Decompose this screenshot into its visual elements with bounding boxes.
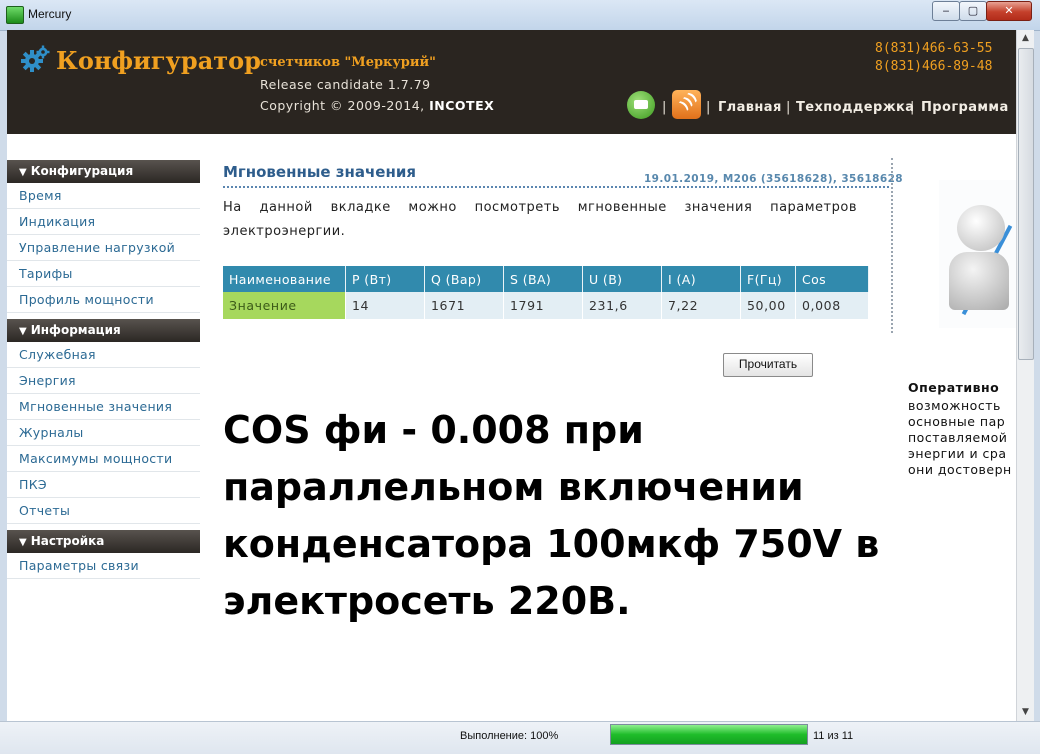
table-cell: 0,008: [795, 292, 869, 319]
nav-separator: |: [662, 100, 667, 115]
window-titlebar: Mercury ‒ ▢ ✕: [0, 0, 1040, 31]
triangle-down-icon: ▼: [19, 326, 27, 337]
copyright: Copyright © 2009-2014, INCOTEX: [260, 98, 495, 113]
right-panel-line: энергии и сра: [908, 446, 1007, 461]
vertical-scrollbar[interactable]: ▲ ▼: [1016, 30, 1034, 721]
nav-link-support[interactable]: Техподдержка: [796, 100, 914, 115]
right-panel-line: основные пар: [908, 414, 1006, 429]
content-viewport: Конфигуратор счетчиков "Меркурий" Releas…: [7, 30, 1016, 721]
status-bar: Выполнение: 100% 11 из 11: [0, 721, 1040, 754]
nav-link-home[interactable]: Главная: [718, 100, 782, 115]
column-header: Наименование: [223, 266, 346, 292]
annotation-text: COS фи - 0.008 при параллельном включени…: [223, 402, 879, 630]
sidebar-item-journals[interactable]: Журналы: [7, 420, 200, 446]
heading-divider: [223, 186, 889, 188]
sidebar-section-settings[interactable]: ▼ Настройка: [7, 530, 200, 553]
table-cell: 231,6: [582, 292, 662, 319]
column-header: Q (Вар): [424, 266, 504, 292]
column-header: Cos: [795, 266, 869, 292]
phone-number-1: 8(831)466-63-55: [875, 41, 993, 56]
sidebar-item-load-control[interactable]: Управление нагрузкой: [7, 235, 200, 261]
table-cell: 50,00: [740, 292, 796, 319]
site-header: Конфигуратор счетчиков "Меркурий" Releas…: [7, 30, 1016, 134]
instant-values-table: Наименование P (Вт) Q (Вар) S (ВА) U (В)…: [223, 266, 869, 319]
nav-separator: |: [706, 100, 711, 115]
triangle-down-icon: ▼: [19, 167, 27, 178]
column-header: U (В): [582, 266, 662, 292]
table-cell: 7,22: [661, 292, 741, 319]
minimize-button[interactable]: ‒: [932, 1, 960, 21]
close-button[interactable]: ✕: [986, 1, 1032, 21]
table-row: Значение 14 1671 1791 231,6 7,22 50,00 0…: [223, 292, 869, 319]
sidebar-item-reports[interactable]: Отчеты: [7, 498, 200, 524]
table-cell: 1671: [424, 292, 504, 319]
sidebar-item-instant-values[interactable]: Мгновенные значения: [7, 394, 200, 420]
page-description: На данной вкладке можно посмотреть мгнов…: [223, 200, 857, 239]
mascot-figure-image: [939, 180, 1016, 328]
brand-title: Конфигуратор: [56, 46, 261, 75]
column-header: P (Вт): [345, 266, 425, 292]
window-title: Mercury: [28, 7, 72, 21]
nav-link-program[interactable]: Программа: [921, 100, 1009, 115]
sidebar-item-energy[interactable]: Энергия: [7, 368, 200, 394]
sidebar-item-power-maximums[interactable]: Максимумы мощности: [7, 446, 200, 472]
scroll-up-arrow-icon[interactable]: ▲: [1017, 30, 1034, 47]
nav-separator: |: [910, 100, 915, 115]
annotation-line: COS фи - 0.008 при: [223, 408, 644, 452]
phone-number-2: 8(831)466-89-48: [875, 59, 993, 74]
column-header: S (ВА): [503, 266, 583, 292]
nav-separator: |: [786, 100, 791, 115]
sidebar-section-information[interactable]: ▼ Информация: [7, 319, 200, 342]
table-cell: 14: [345, 292, 425, 319]
release-version: Release candidate 1.7.79: [260, 77, 431, 92]
sidebar-item-pke[interactable]: ПКЭ: [7, 472, 200, 498]
column-divider: [891, 158, 893, 333]
column-header: I (А): [661, 266, 741, 292]
progress-bar: [610, 724, 808, 745]
brand-subtitle: счетчиков "Меркурий": [260, 55, 436, 70]
page-title: Мгновенные значения: [223, 163, 416, 181]
right-panel-line: поставляемой: [908, 430, 1008, 445]
table-cell: 1791: [503, 292, 583, 319]
sidebar-item-power-profile[interactable]: Профиль мощности: [7, 287, 200, 313]
progress-bar-fill: [611, 725, 807, 744]
row-label: Значение: [223, 292, 346, 319]
read-button[interactable]: Прочитать: [723, 353, 813, 377]
sidebar-section-configuration[interactable]: ▼ Конфигурация: [7, 160, 200, 183]
sidebar-item-connection-params[interactable]: Параметры связи: [7, 553, 200, 579]
rss-icon[interactable]: [672, 90, 701, 119]
triangle-down-icon: ▼: [19, 537, 27, 548]
maximize-button[interactable]: ▢: [959, 1, 987, 21]
gear-icon: [21, 45, 50, 72]
right-panel-line: они достоверн: [908, 462, 1012, 477]
print-icon[interactable]: [627, 91, 655, 119]
device-meta: 19.01.2019, M206 (35618628), 35618628: [643, 173, 903, 185]
right-panel-title: Оперативно: [908, 380, 1000, 395]
sidebar-item-tariffs[interactable]: Тарифы: [7, 261, 200, 287]
annotation-line: параллельном включении: [223, 465, 804, 509]
sidebar-item-time[interactable]: Время: [7, 183, 200, 209]
app-icon: [6, 6, 24, 24]
right-panel-line: возможность: [908, 398, 1001, 413]
scroll-down-arrow-icon[interactable]: ▼: [1017, 704, 1034, 721]
sidebar: ▼ Конфигурация Время Индикация Управление…: [7, 160, 200, 579]
sidebar-item-service[interactable]: Служебная: [7, 342, 200, 368]
status-label: Выполнение: 100%: [460, 730, 559, 742]
column-header: F(Гц): [740, 266, 796, 292]
annotation-line: конденсатора 100мкф 750V в: [223, 522, 880, 566]
table-header-row: Наименование P (Вт) Q (Вар) S (ВА) U (В)…: [223, 266, 869, 292]
annotation-line: электросеть 220В.: [223, 579, 631, 623]
progress-count: 11 из 11: [813, 730, 854, 742]
scrollbar-thumb[interactable]: [1018, 48, 1034, 360]
sidebar-item-indication[interactable]: Индикация: [7, 209, 200, 235]
